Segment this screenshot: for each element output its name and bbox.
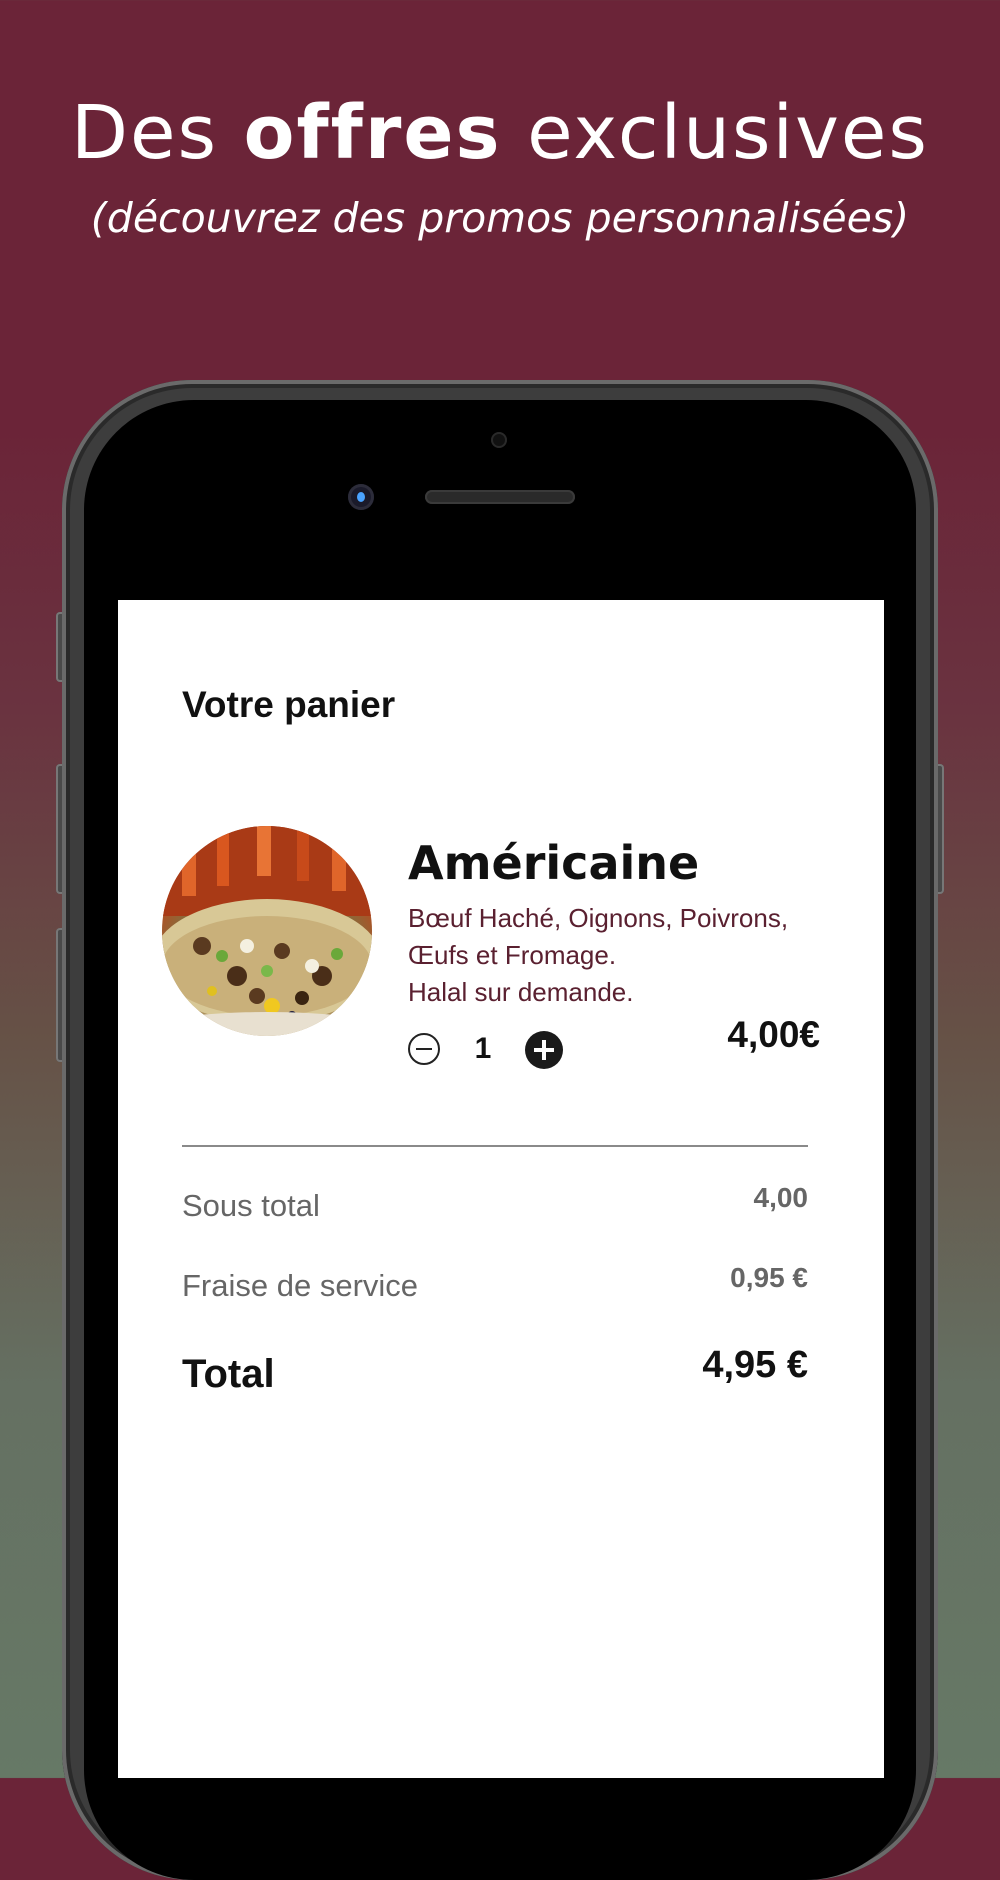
front-camera-icon xyxy=(348,484,374,510)
item-description: Bœuf Haché, Oignons, Poivrons, Œufs et F… xyxy=(408,900,828,1011)
promo-headline: Des offres exclusives xyxy=(0,96,1000,170)
plus-circle-icon[interactable] xyxy=(525,1031,563,1069)
subtotal-value: 4,00 xyxy=(753,1182,809,1213)
cart-title: Votre panier xyxy=(182,684,396,725)
item-description-line: Bœuf Haché, Oignons, Poivrons, xyxy=(408,903,789,933)
pizza-image xyxy=(162,826,372,1036)
service-fee-label: Fraise de service xyxy=(182,1268,419,1303)
promo-subtitle: (découvrez des promos personnalisées) xyxy=(90,194,910,242)
item-price: 4,00€ xyxy=(727,1014,820,1055)
total-label: Total xyxy=(182,1352,275,1396)
headline-suffix: exclusives xyxy=(527,90,929,176)
item-description-line: Œufs et Fromage. xyxy=(408,940,617,970)
cart-screen: Votre panier Américaine Bœuf Haché, Oign… xyxy=(118,600,884,1778)
item-name: Américaine xyxy=(408,836,700,890)
minus-circle-icon[interactable] xyxy=(408,1033,440,1065)
subtotal-label: Sous total xyxy=(182,1188,320,1223)
quantity-value: 1 xyxy=(474,1032,492,1065)
item-description-line: Halal sur demande. xyxy=(408,977,634,1007)
divider xyxy=(182,1145,808,1147)
proximity-sensor xyxy=(491,432,507,448)
total-value: 4,95 € xyxy=(702,1344,808,1386)
service-fee-value: 0,95 € xyxy=(730,1262,808,1293)
headline-emphasis: offres xyxy=(243,90,502,176)
earpiece-speaker xyxy=(425,490,575,504)
headline-prefix: Des xyxy=(71,90,219,176)
